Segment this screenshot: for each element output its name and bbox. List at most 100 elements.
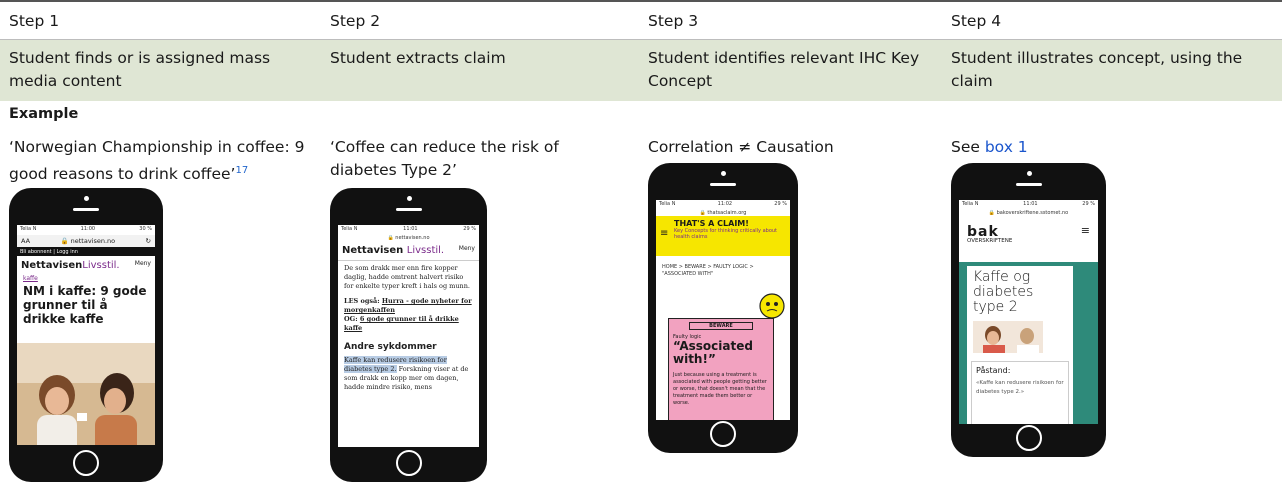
headline: NM i kaffe: 9 gode grunner til å drikke … <box>23 284 147 326</box>
box-1-link[interactable]: box 1 <box>985 138 1028 156</box>
phone-1-screen: Telia N 11:00 30 % AA 🔒 nettavisen.no ↻ … <box>17 225 155 445</box>
reference-17-link[interactable]: 17 <box>235 165 248 176</box>
carrier: Telia N <box>20 226 37 232</box>
article-heading: Kaffe og diabetes type 2 <box>973 269 1034 315</box>
clock: 11:01 <box>403 226 418 232</box>
site-brand: Nettavisen Livsstil. Meny <box>338 241 479 261</box>
battery: 29 % <box>463 226 476 232</box>
example-1-text: ‘Norwegian Championship in coffee: 9 goo… <box>9 136 327 186</box>
speaker-icon <box>1015 183 1042 186</box>
bak-logo: bak <box>967 224 999 240</box>
example-1-quote: ‘Norwegian Championship in coffee: 9 goo… <box>9 138 305 184</box>
brand-sub: Livsstil. <box>406 245 445 256</box>
url-bar: AA 🔒 nettavisen.no ↻ <box>17 235 155 247</box>
url: nettavisen.no <box>70 237 116 245</box>
battery: 29 % <box>774 201 787 207</box>
clock: 11:02 <box>717 201 733 207</box>
step-3-label: Step 3 <box>648 12 699 30</box>
og-link: 6 gode grunner til å drikke kaffe <box>344 315 459 332</box>
menu-label: Meny <box>458 245 475 252</box>
phone-4-screenshot: Telia N 11:01 29 % 🔒 bakoverskriftene.ss… <box>951 163 1106 457</box>
claim-label: Påstand: <box>976 366 1011 375</box>
coffee-photo <box>17 343 155 445</box>
phone-2-screen: Telia N 11:01 29 % 🔒 nettavisen.no Netta… <box>338 225 479 447</box>
carrier: Telia N <box>962 201 979 207</box>
tag-link: kaffe <box>23 275 38 282</box>
phone-3-screen: Telia N 11:02 29 % 🔒 thatsaclaim.org ≡ T… <box>656 200 790 420</box>
og-line: OG: 6 gode grunner til å drikke kaffe <box>344 315 473 333</box>
article-body: De som drakk mer enn fire kopper daglig,… <box>338 261 479 395</box>
carrier: Telia N <box>341 226 358 232</box>
les-ogsa: LES også: Hurra - gode nyheter for morge… <box>344 297 473 315</box>
example-2-text: ‘Coffee can reduce the risk of diabetes … <box>330 138 559 179</box>
speaker-icon <box>710 183 736 186</box>
hamburger-icon: ≡ <box>1080 224 1090 237</box>
step-4-description: Student illustrates concept, using the c… <box>951 49 1243 90</box>
battery: 29 % <box>1082 201 1095 207</box>
speaker-icon <box>73 208 99 211</box>
site-subtitle: Key Concepts for thinking critically abo… <box>674 228 778 240</box>
beware-label: BEWARE <box>689 322 753 330</box>
og-label: OG: <box>344 315 358 323</box>
site-brand: NettavisenLivsstil. Meny <box>17 256 155 275</box>
phone-3-screenshot: Telia N 11:02 29 % 🔒 thatsaclaim.org ≡ T… <box>648 163 798 453</box>
menu-label: Meny <box>134 260 151 267</box>
url-text: 🔒 nettavisen.no <box>60 237 116 245</box>
step-3-description: Student identifies relevant IHC Key Conc… <box>648 49 920 90</box>
example-3-text: Correlation ≠ Causation <box>648 138 834 156</box>
home-button-icon <box>73 450 99 476</box>
see-prefix: See <box>951 138 985 156</box>
claim-text: «Kaffe kan redusere risikoen for diabete… <box>976 380 1064 395</box>
breadcrumb: HOME > BEWARE > FAULTY LOGIC > "ASSOCIAT… <box>662 264 754 277</box>
clock: 11:00 <box>80 226 96 232</box>
bak-logo-sub: OVERSKRIFTENE <box>967 238 1013 244</box>
article-card: Kaffe og diabetes type 2 Påstand: «Kaffe… <box>967 266 1073 424</box>
paragraph-1: De som drakk mer enn fire kopper daglig,… <box>344 264 470 290</box>
step-1-label: Step 1 <box>9 12 60 30</box>
teal-panel: Kaffe og diabetes type 2 Påstand: «Kaffe… <box>959 262 1098 424</box>
brand-name: Nettavisen <box>21 260 83 271</box>
steps-header-row: Step 1 Step 2 Step 3 Step 4 <box>0 4 1282 40</box>
home-button-icon <box>710 421 736 447</box>
descriptions-row: Student finds or is assigned mass media … <box>0 40 1282 101</box>
step-4-label: Step 4 <box>951 12 1002 30</box>
home-button-icon <box>1015 425 1042 451</box>
brand-sub: Livsstil. <box>82 260 120 271</box>
example-4-text: See box 1 <box>951 136 1231 159</box>
reload-icon: ↻ <box>145 237 151 245</box>
associated-with-heading: “Associated with!” <box>673 339 753 366</box>
speaker-icon <box>395 208 422 211</box>
site-title: THAT'S A CLAIM! <box>674 219 749 228</box>
phone-4-screen: Telia N 11:01 29 % 🔒 bakoverskriftene.ss… <box>959 200 1098 424</box>
step-2-description: Student extracts claim <box>330 49 506 67</box>
paragraph-2: Kaffe kan redusere risikoen for diabetes… <box>344 356 473 392</box>
bak-header: bak OVERSKRIFTENE ≡ <box>959 216 1098 252</box>
status-bar: Telia N 11:00 30 % <box>17 225 155 235</box>
hamburger-icon: ≡ <box>660 228 669 239</box>
les-label: LES også: <box>344 297 380 305</box>
article-photo <box>973 321 1043 353</box>
camera-icon <box>721 171 726 176</box>
status-bar: Telia N 11:02 29 % <box>656 200 790 210</box>
status-bar: Telia N 11:01 29 % <box>338 225 479 235</box>
claim-header: ≡ THAT'S A CLAIM! Key Concepts for think… <box>656 216 790 256</box>
url: nettavisen.no <box>395 235 430 241</box>
top-rule <box>0 0 1282 2</box>
subscribe-bar: Bli abonnent | Logg inn <box>17 247 155 256</box>
claim-box: Påstand: «Kaffe kan redusere risikoen fo… <box>971 361 1069 424</box>
claim-body: Just because using a treatment is associ… <box>673 372 767 406</box>
camera-icon <box>84 196 89 201</box>
section-heading: Andre sykdommer <box>344 342 437 352</box>
carrier: Telia N <box>659 201 676 207</box>
phone-1-screenshot: Telia N 11:00 30 % AA 🔒 nettavisen.no ↻ … <box>9 188 163 482</box>
step-2-label: Step 2 <box>330 12 381 30</box>
phone-2-screenshot: Telia N 11:01 29 % 🔒 nettavisen.no Netta… <box>330 188 487 482</box>
camera-icon <box>1026 171 1032 176</box>
beware-card: BEWARE Faulty logic “Associated with!” J… <box>668 318 774 420</box>
example-label: Example <box>9 106 79 122</box>
clock: 11:01 <box>1023 201 1038 207</box>
brand-name: Nettavisen <box>342 245 404 256</box>
aa-label: AA <box>21 237 31 245</box>
battery: 30 % <box>139 226 152 232</box>
home-button-icon <box>395 450 422 476</box>
